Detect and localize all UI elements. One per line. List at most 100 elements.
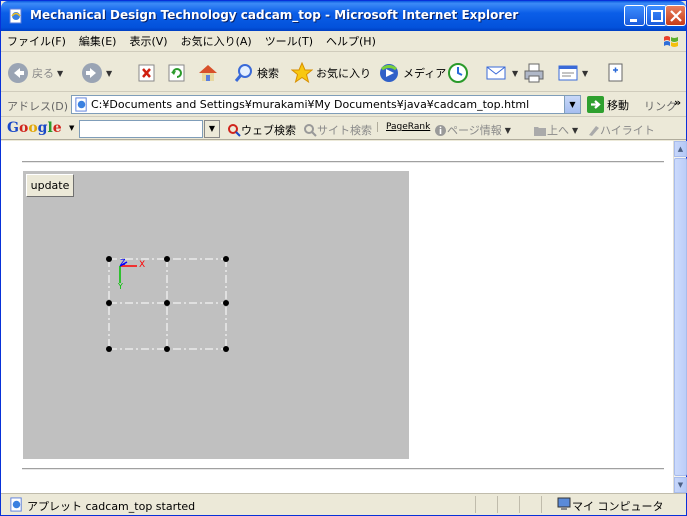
status-pane	[497, 496, 517, 513]
forward-dropdown-icon[interactable]: ▼	[106, 69, 112, 78]
address-url: C:¥Documents and Settings¥murakami¥My Do…	[91, 98, 530, 111]
status-text: アプレット cadcam_top started	[27, 500, 196, 513]
links-label[interactable]: リンク	[644, 98, 677, 114]
google-toolbar: Google ▼ ▼ ウェブ検索 サイト検索 PageRank ページ情報 ▼ …	[1, 118, 686, 140]
edit-dropdown-icon[interactable]: ▼	[582, 69, 588, 78]
go-arrow-icon	[587, 96, 604, 113]
google-search-dropdown-icon[interactable]: ▼	[204, 120, 220, 138]
search-label: 検索	[257, 67, 279, 80]
close-icon	[670, 10, 682, 22]
update-button[interactable]: update	[26, 174, 74, 197]
grid-node[interactable]	[106, 346, 112, 352]
menu-help[interactable]: ヘルプ(H)	[326, 33, 376, 49]
windows-flag-icon	[664, 36, 678, 47]
pagerank-label: PageRank	[386, 122, 431, 132]
menu-tools[interactable]: ツール(T)	[265, 33, 313, 49]
minimize-button[interactable]	[624, 5, 645, 26]
page-info-dropdown-icon[interactable]: ▼	[505, 126, 511, 135]
grid-node[interactable]	[164, 256, 170, 262]
mail-button[interactable]: ▼	[485, 59, 518, 87]
address-dropdown-icon[interactable]: ▼	[564, 96, 580, 113]
menu-edit[interactable]: 編集(E)	[79, 33, 117, 49]
address-input[interactable]: C:¥Documents and Settings¥murakami¥My Do…	[71, 95, 581, 114]
search-icon	[234, 64, 252, 82]
grid-node[interactable]	[164, 346, 170, 352]
back-button[interactable]: 戻る ▼	[7, 59, 63, 87]
google-menu-dropdown-icon[interactable]: ▼	[69, 124, 74, 132]
my-computer-icon	[557, 497, 571, 510]
menu-bar: ファイル(F) 編集(E) 表示(V) お気に入り(A) ツール(T) ヘルプ(…	[1, 31, 686, 52]
google-logo-letter: o	[28, 120, 38, 136]
standard-toolbar: 戻る ▼ ▼ 検索 お気に入り メディア ▼ ▼	[1, 53, 686, 92]
edit-button[interactable]: ▼	[557, 59, 588, 87]
close-button[interactable]	[665, 5, 686, 26]
menu-view[interactable]: 表示(V)	[129, 33, 167, 49]
maximize-button[interactable]	[646, 5, 667, 26]
ie-page-icon	[75, 97, 87, 112]
mail-dropdown-icon[interactable]: ▼	[512, 69, 518, 78]
home-button[interactable]	[197, 59, 219, 87]
favorites-star-icon	[291, 62, 313, 84]
menu-favorites[interactable]: お気に入り(A)	[181, 33, 252, 49]
site-search-button[interactable]: サイト検索	[303, 122, 372, 138]
address-bar: アドレス(D) C:¥Documents and Settings¥muraka…	[1, 93, 686, 117]
print-button[interactable]	[523, 59, 545, 87]
up-label: 上へ	[547, 124, 569, 137]
media-icon	[380, 64, 398, 82]
browser-window: Mechanical Design Technology cadcam_top …	[0, 0, 687, 516]
forward-button[interactable]: ▼	[81, 59, 112, 87]
web-search-button[interactable]: ウェブ検索	[227, 122, 296, 138]
highlight-button[interactable]: ハイライト	[587, 122, 655, 138]
go-label: 移動	[607, 98, 629, 112]
grid-node[interactable]	[106, 256, 112, 262]
up-button[interactable]: 上へ ▼	[533, 122, 578, 138]
messenger-button[interactable]	[607, 59, 625, 87]
scroll-up-button[interactable]: ▲	[674, 141, 687, 157]
axis-triad: X Y Z	[117, 258, 145, 291]
refresh-button[interactable]	[167, 59, 187, 87]
up-dropdown-icon[interactable]: ▼	[572, 126, 578, 135]
cad-applet[interactable]: X Y Z update	[23, 171, 409, 459]
back-dropdown-icon[interactable]: ▼	[57, 69, 63, 78]
grid-node[interactable]	[106, 300, 112, 306]
search-button[interactable]: 検索	[234, 59, 279, 87]
grid-node[interactable]	[223, 300, 229, 306]
highlight-label: ハイライト	[600, 124, 655, 137]
security-zone: マイ コンピュータ	[572, 500, 664, 513]
scroll-thumb[interactable]	[674, 158, 687, 476]
media-button[interactable]: メディア	[378, 59, 446, 87]
edit-page-icon	[558, 65, 578, 81]
google-logo[interactable]: Google	[7, 120, 62, 136]
messenger-icon	[608, 63, 623, 82]
title-bar[interactable]: Mechanical Design Technology cadcam_top …	[1, 1, 686, 31]
grid-node[interactable]	[164, 300, 170, 306]
page-content: X Y Z update	[1, 141, 673, 493]
stop-icon	[138, 64, 155, 82]
vertical-scrollbar[interactable]: ▲ ▼	[673, 141, 687, 493]
ie-page-icon	[9, 8, 22, 24]
stop-button[interactable]	[137, 59, 157, 87]
printer-icon	[524, 63, 544, 83]
status-bar: アプレット cadcam_top started マイ コンピュータ	[1, 493, 686, 515]
grid-node[interactable]	[223, 346, 229, 352]
page-info-label: ページ情報	[447, 124, 502, 137]
forward-arrow-icon	[82, 63, 102, 83]
back-label: 戻る	[32, 67, 54, 80]
history-button[interactable]	[447, 59, 469, 87]
z-axis-label: Z	[120, 258, 126, 267]
menu-file[interactable]: ファイル(F)	[7, 33, 66, 49]
site-search-label: サイト検索	[317, 124, 372, 137]
grid-node[interactable]	[223, 256, 229, 262]
links-more-chevron[interactable]: »	[674, 96, 681, 109]
highlighter-icon	[589, 125, 599, 136]
refresh-icon	[168, 64, 185, 82]
scroll-down-button[interactable]: ▼	[674, 477, 687, 493]
google-search-input[interactable]	[79, 120, 203, 138]
cad-grid-view[interactable]: X Y Z	[23, 171, 409, 459]
pagerank-indicator: PageRank	[377, 122, 430, 132]
web-search-icon	[228, 124, 241, 137]
favorites-button[interactable]: お気に入り	[291, 59, 371, 87]
page-info-button[interactable]: ページ情報 ▼	[434, 122, 511, 138]
folder-up-icon	[534, 126, 546, 136]
go-button[interactable]: 移動	[587, 96, 629, 113]
